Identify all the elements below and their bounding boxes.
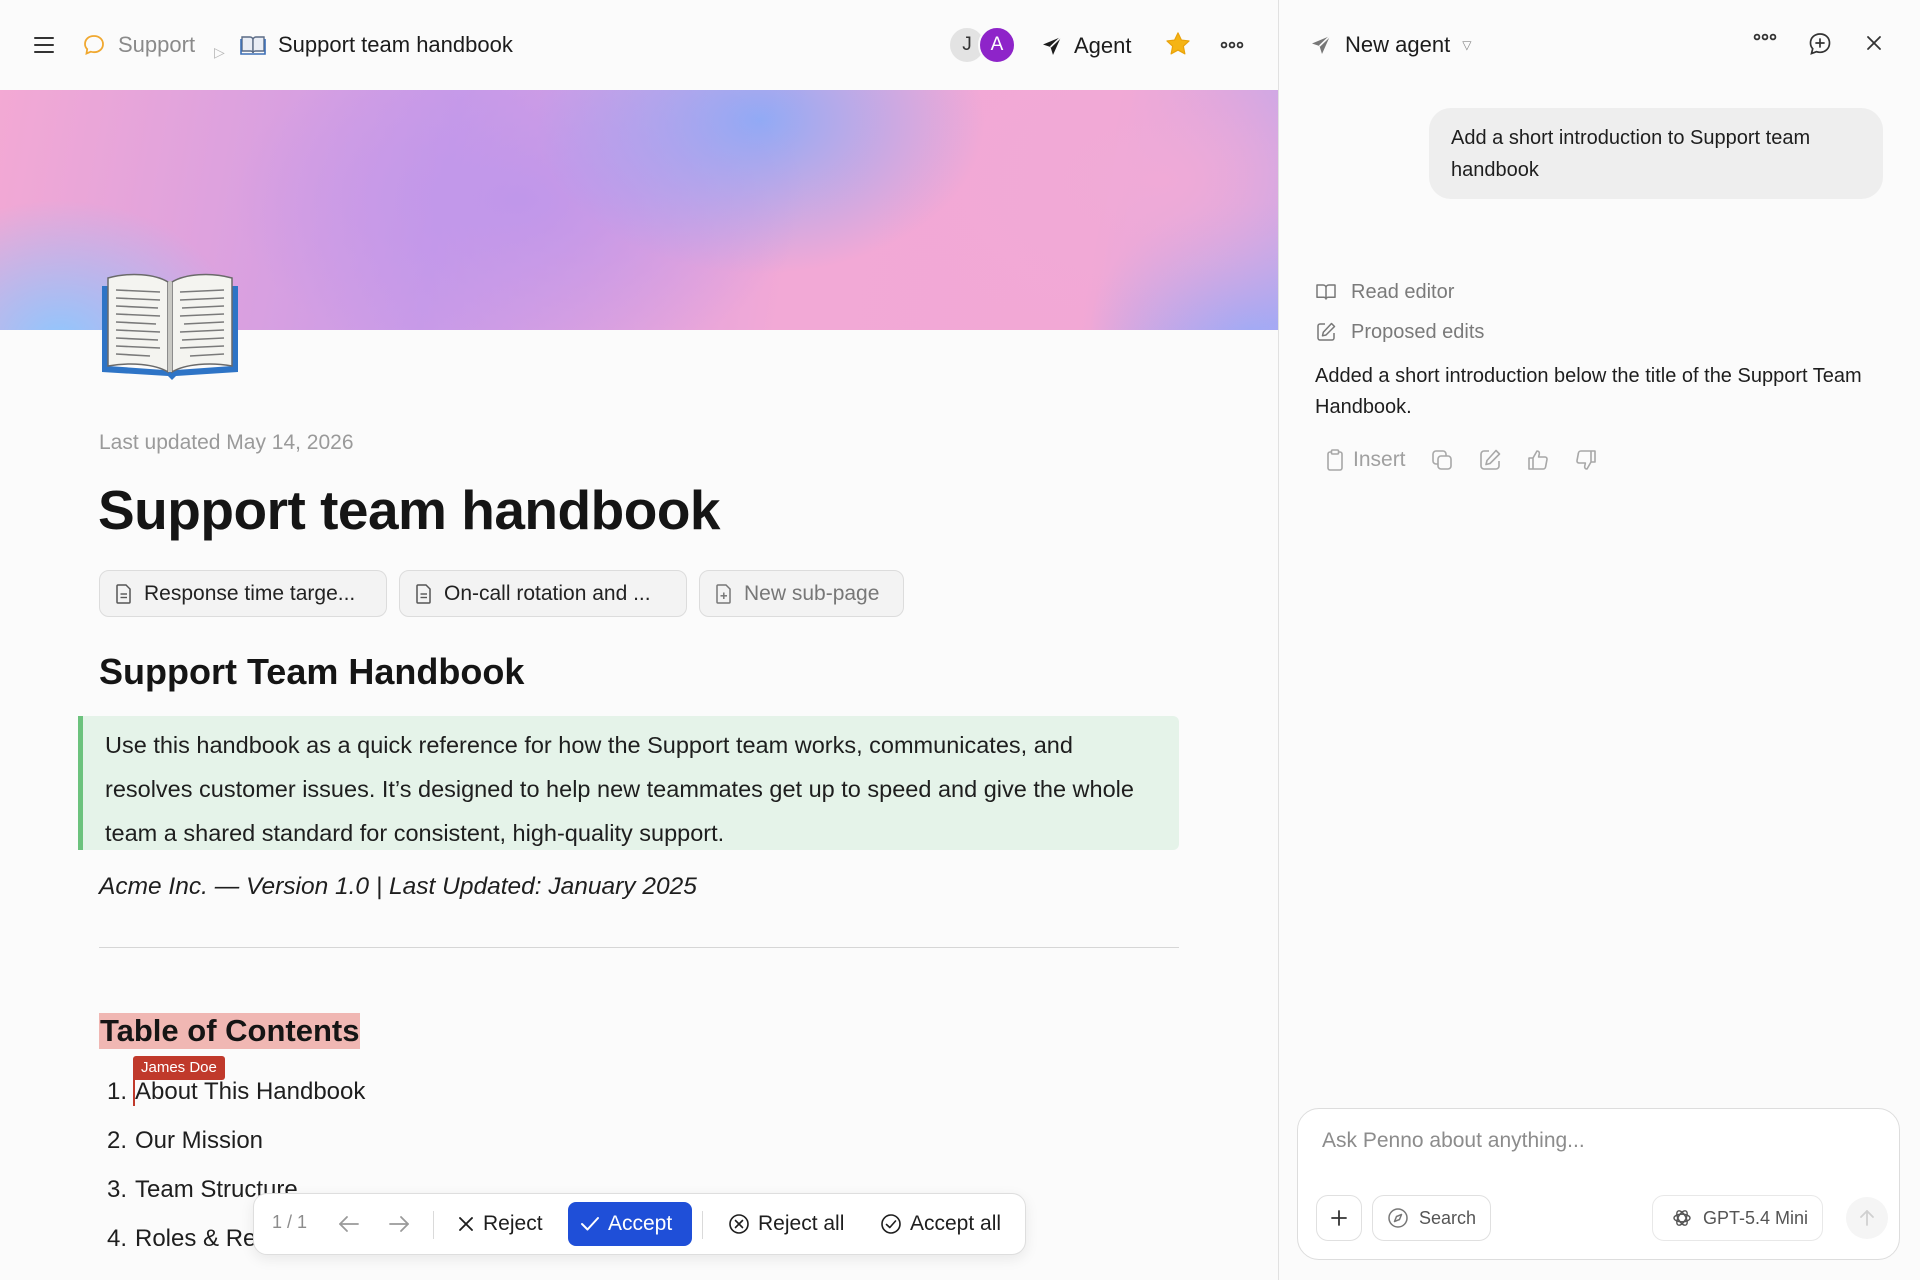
compass-icon <box>1388 1208 1408 1228</box>
search-toggle-label: Search <box>1419 1207 1477 1228</box>
page-icon-open-book[interactable] <box>100 268 240 384</box>
agent-step[interactable]: Read editor <box>1315 277 1454 307</box>
response-actions: Insert <box>1325 443 1622 477</box>
breadcrumb-parent-label: Support <box>118 32 196 57</box>
x-circle-icon <box>729 1214 749 1234</box>
subpage-link[interactable]: On-call rotation and ... <box>399 570 687 617</box>
chat-bubble-icon <box>82 33 106 57</box>
agent-button[interactable]: Agent <box>1040 28 1132 64</box>
change-counter: 1 / 1 <box>272 1212 308 1232</box>
plus-icon[interactable] <box>1316 1195 1362 1241</box>
search-toggle[interactable]: Search <box>1372 1195 1492 1241</box>
accept-all-label: Accept all <box>910 1212 1002 1235</box>
list-number: 1. <box>107 1078 128 1105</box>
menu-icon[interactable] <box>30 32 58 58</box>
check-circle-icon <box>881 1214 901 1234</box>
agent-panel: New agent ▽ Add a short introduction to … <box>1279 0 1920 1280</box>
chat-input[interactable] <box>1322 1129 1872 1153</box>
accept-button[interactable]: Accept <box>568 1202 692 1246</box>
page-title[interactable]: Support team handbook <box>98 478 721 542</box>
more-options-icon[interactable] <box>1753 32 1777 42</box>
agent-button-label: Agent <box>1074 33 1132 58</box>
toc-item-label: Our Mission <box>135 1127 264 1154</box>
list-number: 3. <box>107 1176 128 1203</box>
model-selector[interactable]: GPT-5.4 Mini <box>1652 1195 1824 1241</box>
subpage-link[interactable]: Response time targe... <box>99 570 387 617</box>
open-book-icon <box>240 34 266 56</box>
star-icon[interactable] <box>1164 30 1192 58</box>
breadcrumb-current[interactable]: Support team handbook <box>240 28 513 62</box>
accept-label: Accept <box>608 1212 673 1235</box>
new-chat-icon[interactable] <box>1807 31 1833 57</box>
arrow-right-icon[interactable] <box>386 1212 412 1236</box>
toolbar-divider <box>702 1211 703 1239</box>
copy-icon[interactable] <box>1430 448 1454 472</box>
close-icon[interactable] <box>1863 32 1885 54</box>
agent-selector[interactable]: New agent ▽ <box>1309 28 1471 62</box>
clipboard-icon <box>1327 449 1343 471</box>
new-subpage-label: New sub-page <box>744 581 880 605</box>
toc-item-label: Roles & Re <box>135 1225 257 1252</box>
version-line[interactable]: Acme Inc. — Version 1.0 | Last Updated: … <box>99 873 697 901</box>
agent-step[interactable]: Proposed edits <box>1315 317 1484 347</box>
edit-icon <box>1317 322 1336 341</box>
proposed-intro-paragraph[interactable]: Use this handbook as a quick reference f… <box>78 716 1179 850</box>
arrow-left-icon[interactable] <box>336 1212 362 1236</box>
send-icon[interactable] <box>1846 1197 1888 1239</box>
toolbar-divider <box>433 1211 434 1239</box>
subpage-link-label: Response time targe... <box>144 581 356 605</box>
toc-list-item[interactable]: 1. About This Handbook <box>107 1078 365 1106</box>
accept-all-button[interactable]: Accept all <box>868 1202 1013 1246</box>
reject-all-button[interactable]: Reject all <box>716 1202 856 1246</box>
collaborator-avatars[interactable]: J A <box>948 26 1018 64</box>
thumbs-up-icon[interactable] <box>1526 448 1550 472</box>
document-pane: Support ▷ Support team handbook J A Agen… <box>0 0 1278 1280</box>
toc-item-label: About This Handbook <box>135 1078 366 1105</box>
add-document-icon <box>716 583 731 604</box>
section-heading[interactable]: Support Team Handbook <box>99 651 524 693</box>
list-number: 2. <box>107 1127 128 1154</box>
check-icon <box>581 1217 599 1231</box>
x-icon <box>459 1217 473 1231</box>
toc-list-item[interactable]: 4. Roles & Re <box>107 1225 256 1253</box>
book-open-icon <box>1316 284 1336 300</box>
openai-icon <box>1673 1210 1691 1226</box>
more-options-icon[interactable] <box>1218 32 1246 58</box>
user-message: Add a short introduction to Support team… <box>1429 108 1883 199</box>
breadcrumb-current-label: Support team handbook <box>278 32 513 57</box>
insert-label: Insert <box>1353 448 1406 471</box>
top-bar: Support ▷ Support team handbook J A Agen… <box>0 0 1278 90</box>
review-toolbar: 1 / 1 Reject Accept Reject all Accept al… <box>253 1193 1026 1255</box>
new-subpage-button[interactable]: New sub-page <box>699 570 904 617</box>
document-icon <box>116 583 131 604</box>
send-arrow-icon <box>1043 36 1062 55</box>
agent-step-label: Read editor <box>1351 280 1455 303</box>
edit-icon[interactable] <box>1478 448 1502 472</box>
breadcrumb-parent[interactable]: Support <box>82 28 195 62</box>
agent-title-label: New agent <box>1345 32 1451 57</box>
toc-list-item[interactable]: 2. Our Mission <box>107 1127 263 1155</box>
chat-composer: Search GPT-5.4 Mini <box>1297 1108 1900 1260</box>
insert-button[interactable]: Insert <box>1325 448 1406 472</box>
chevron-down-icon: ▽ <box>1462 38 1472 52</box>
reject-label: Reject <box>483 1212 543 1235</box>
agent-step-label: Proposed edits <box>1351 320 1485 343</box>
thumbs-down-icon[interactable] <box>1574 448 1598 472</box>
chevron-right-icon: ▷ <box>214 43 225 60</box>
toc-heading[interactable]: Table of Contents <box>99 1013 361 1049</box>
last-updated-text: Last updated May 14, 2026 <box>99 431 354 454</box>
send-arrow-icon <box>1312 35 1331 54</box>
avatar[interactable]: A <box>978 26 1016 64</box>
divider <box>99 947 1179 948</box>
subpage-link-label: On-call rotation and ... <box>444 581 651 605</box>
document-icon <box>416 583 431 604</box>
agent-response: Added a short introduction below the tit… <box>1315 365 1862 418</box>
collaborator-cursor-label: James Doe <box>133 1056 225 1080</box>
reject-all-label: Reject all <box>758 1212 845 1235</box>
reject-button[interactable]: Reject <box>445 1202 555 1246</box>
list-number: 4. <box>107 1225 128 1252</box>
model-selector-label: GPT-5.4 Mini <box>1703 1207 1809 1228</box>
